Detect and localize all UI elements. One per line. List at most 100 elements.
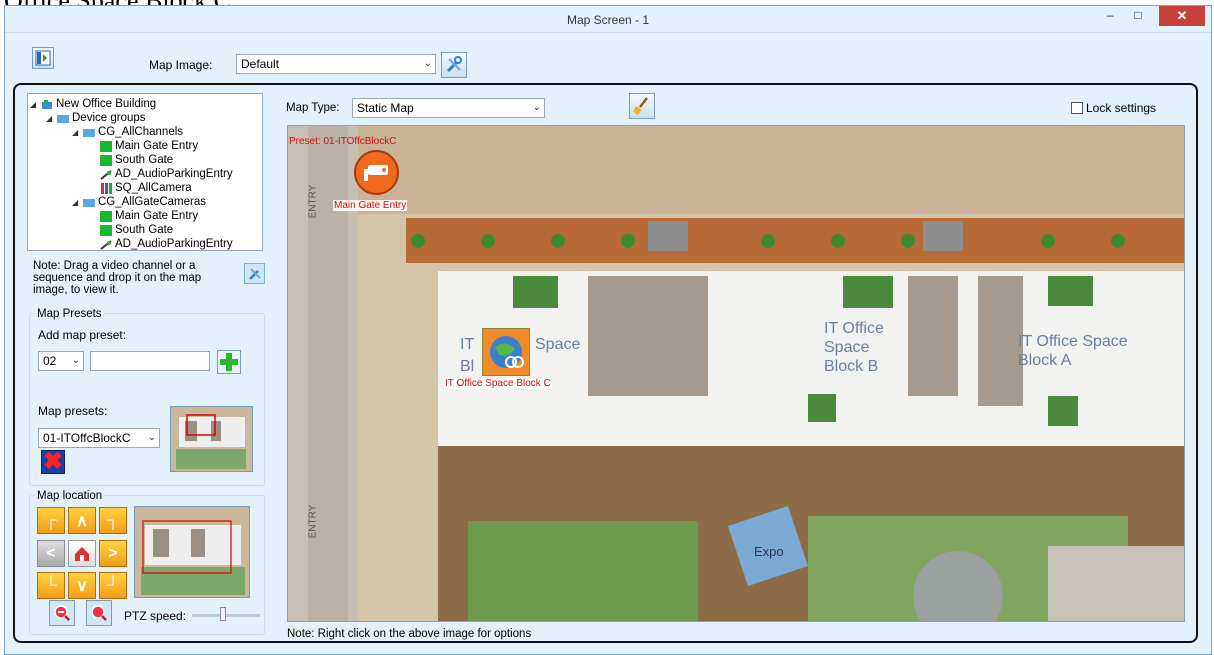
tree-node-channel[interactable]: AD_AudioParkingEntry: [100, 237, 233, 250]
ptz-speed-slider[interactable]: [219, 607, 226, 621]
preset-name-input[interactable]: [90, 351, 210, 371]
map-type-select[interactable]: Static Map ⌄: [352, 98, 545, 118]
arrow-left-icon: <: [46, 544, 56, 562]
add-preset-button[interactable]: [217, 350, 241, 374]
tree-node-channel[interactable]: Main Gate Entry: [100, 139, 198, 153]
arrow-down-icon: ∨: [76, 577, 88, 595]
map-overview-image: [135, 507, 249, 597]
map-image-label: Map Image:: [149, 58, 213, 72]
tree-node-cg-allchannels[interactable]: ◢ CG_AllChannels: [72, 125, 183, 139]
tree-node-channel[interactable]: AD_AudioParkingEntry: [100, 167, 233, 181]
maximize-button[interactable]: □: [1125, 6, 1151, 26]
pan-down-button[interactable]: ∨: [68, 572, 96, 599]
title-bar: Map Screen - 1 – □ ✕: [5, 6, 1211, 33]
tree-label: Main Gate Entry: [115, 140, 199, 152]
arrow-down-right-icon: ┘: [107, 576, 119, 594]
chevron-down-icon: ⌄: [532, 102, 541, 113]
pan-left-button[interactable]: <: [37, 540, 65, 567]
home-button[interactable]: [68, 540, 96, 567]
delete-preset-button[interactable]: ✖: [41, 450, 65, 474]
lock-settings-checkbox[interactable]: [1071, 102, 1083, 114]
zoom-out-icon: [54, 605, 70, 621]
map-text-block-c-1: IT: [460, 336, 475, 353]
map-note: Note: Right click on the above image for…: [287, 628, 532, 640]
tree-node-sequence[interactable]: SQ_AllCamera: [100, 181, 192, 195]
tree-node-cg-allgatecameras[interactable]: ◢ CG_AllGateCameras: [72, 195, 206, 209]
collapse-icon: ◢: [72, 197, 79, 207]
preset-thumbnail[interactable]: [170, 406, 253, 472]
device-tree[interactable]: ◢ New Office Building ◢ Device groups ◢ CG_…: [27, 93, 263, 251]
chevron-down-icon: ⌄: [71, 355, 80, 366]
clear-map-button[interactable]: [629, 93, 655, 119]
plus-icon: [220, 353, 238, 371]
window-title: Map Screen - 1: [566, 13, 650, 27]
collapse-icon: ◢: [30, 99, 37, 109]
tree-node-channel[interactable]: South Gate: [100, 153, 173, 167]
ptz-speed-label: PTZ speed:: [124, 609, 187, 623]
sequence-icon: [101, 182, 112, 194]
selected-preset-value: 01-ITOffcBlockC: [43, 431, 131, 445]
camera-channel-icon: [100, 210, 112, 222]
site-map-image: [288, 126, 1184, 621]
tree-label: CG_AllChannels: [98, 126, 184, 138]
tree-label: Device groups: [72, 112, 146, 124]
pan-up-left-button[interactable]: ┌: [37, 507, 65, 534]
pan-down-right-button[interactable]: ┘: [99, 572, 127, 599]
drag-note: Note: Drag a video channel or a sequence…: [33, 260, 202, 296]
preset-number-value: 02: [43, 354, 57, 368]
pan-down-left-button[interactable]: └: [37, 572, 65, 599]
map-text-entry: ENTRY: [307, 504, 319, 539]
camera-channel-icon: [100, 140, 112, 152]
map-text-entry: ENTRY: [307, 184, 319, 219]
tree-node-root[interactable]: ◢ New Office Building: [30, 97, 156, 111]
pan-up-right-button[interactable]: ┐: [99, 507, 127, 534]
tree-label: AD_AudioParkingEntry: [115, 238, 233, 250]
building-icon: [42, 99, 52, 109]
tools-icon: [446, 56, 462, 73]
chevron-down-icon: ⌄: [423, 58, 432, 69]
map-image-settings-button[interactable]: [441, 52, 467, 78]
zoom-out-button[interactable]: [49, 600, 75, 626]
tools-icon: [248, 267, 261, 280]
close-button[interactable]: ✕: [1159, 6, 1205, 26]
audio-channel-icon: [100, 169, 112, 180]
map-canvas[interactable]: ENTRY ENTRY IT Space Bl IT Office Space …: [287, 125, 1185, 622]
tree-node-channel[interactable]: South Gate: [100, 223, 173, 237]
collapse-icon: ◢: [72, 127, 79, 137]
toggle-panel-button[interactable]: [32, 47, 54, 69]
map-presets-select[interactable]: 01-ITOffcBlockC ⌄: [38, 428, 160, 448]
arrow-up-left-icon: ┌: [45, 511, 57, 529]
map-presets-title: Map Presets: [35, 308, 104, 320]
map-image-value: Default: [241, 57, 280, 71]
map-link-marker[interactable]: [482, 328, 530, 376]
location-thumbnail[interactable]: [134, 506, 250, 598]
camera-channel-icon: [100, 224, 112, 236]
camera-marker-label: Main Gate Entry: [333, 200, 408, 211]
pan-right-button[interactable]: >: [99, 540, 127, 567]
map-type-label: Map Type:: [286, 102, 340, 114]
map-text-block-a: IT Office Space Block A: [1018, 333, 1128, 369]
preset-overlay-label: Preset: 01-ITOffcBlockC: [289, 136, 397, 147]
lock-settings-label: Lock settings: [1086, 101, 1157, 115]
globe-link-icon: [490, 336, 524, 368]
home-icon: [75, 546, 89, 561]
audio-channel-icon: [100, 239, 112, 250]
tree-node-channel[interactable]: Main Gate Entry: [100, 209, 198, 223]
folder-icon: [83, 198, 95, 207]
map-type-value: Static Map: [357, 101, 414, 115]
map-image-select[interactable]: Default ⌄: [236, 54, 436, 74]
minimize-button[interactable]: –: [1097, 6, 1123, 26]
pan-up-button[interactable]: ∧: [68, 507, 96, 534]
tree-node-device-groups[interactable]: ◢ Device groups: [46, 111, 146, 125]
zoom-in-button[interactable]: [86, 600, 112, 626]
zoom-in-icon: [91, 605, 107, 621]
camera-marker[interactable]: [354, 150, 399, 195]
arrow-up-right-icon: ┐: [107, 511, 119, 529]
chevron-down-icon: ⌄: [147, 432, 156, 443]
tree-label: South Gate: [115, 224, 174, 236]
tree-settings-button[interactable]: [244, 263, 265, 284]
folder-icon: [57, 114, 69, 123]
preset-number-select[interactable]: 02 ⌄: [38, 351, 84, 371]
map-text-block-c-3: Bl: [460, 358, 475, 375]
map-text-expo: Expo: [754, 544, 784, 559]
